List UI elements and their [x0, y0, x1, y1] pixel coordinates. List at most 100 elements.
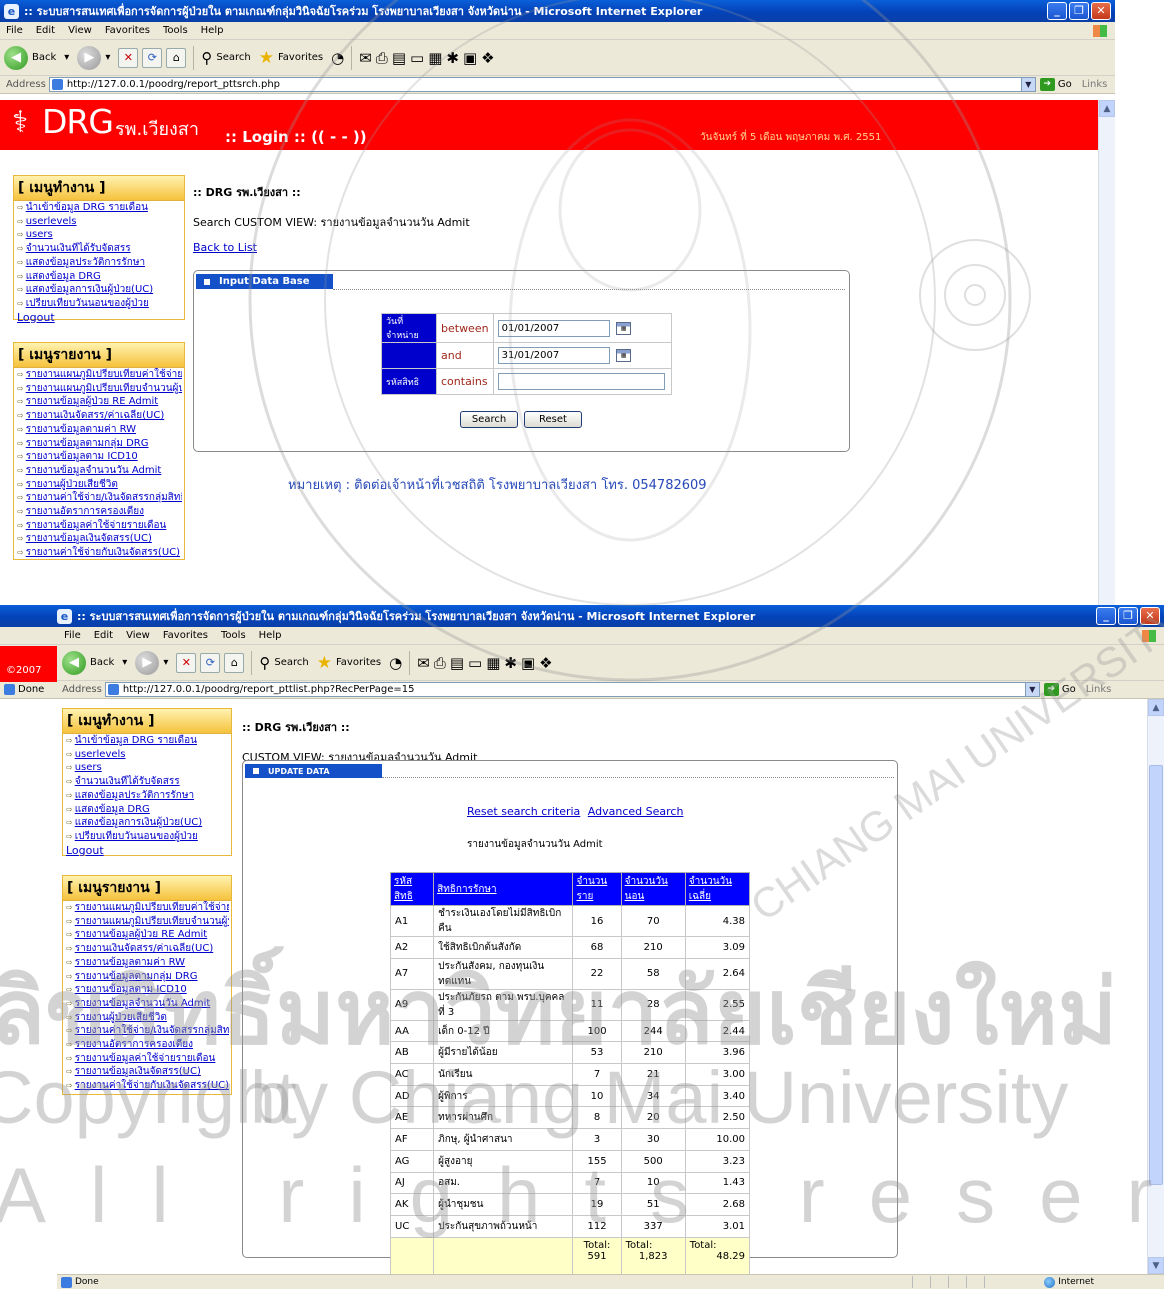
sidebar-menu-link[interactable]: รายงานข้อมูลผู้ป่วย RE Admit — [26, 396, 159, 407]
sidebar-menu-item[interactable]: ⇨ รายงานข้อมูลค่าใช้จ่ายรายเดือน — [17, 519, 182, 533]
sidebar-menu-item[interactable]: ⇨ รายงานเงินจัดสรร/ค่าเฉลี่ย(UC) — [17, 409, 182, 423]
restore-button[interactable]: ❐ — [1118, 607, 1138, 625]
scroll-up-icon[interactable]: ▲ — [1148, 699, 1164, 716]
sidebar-menu-item[interactable]: ⇨ รายงานข้อมูลตามกลุ่ม DRG — [17, 437, 182, 451]
sidebar-menu-item[interactable]: ⇨ เปรียบเทียบวันนอนของผู้ป่วย — [66, 830, 229, 844]
forward-icon[interactable]: ▶ — [77, 45, 102, 70]
menu-tools[interactable]: Tools — [221, 630, 246, 641]
sidebar-menu-link[interactable]: รายงานข้อมูลตาม ICD10 — [75, 984, 187, 995]
sidebar-menu-item[interactable]: ⇨ จำนวนเงินที่ได้รับจัดสรร — [66, 775, 229, 789]
sidebar-menu-item[interactable]: ⇨ รายงานผู้ป่วยเสียชีวิต — [66, 1011, 229, 1025]
sidebar-menu-item[interactable]: ⇨ รายงานข้อมูลตามกลุ่ม DRG — [66, 970, 229, 984]
sidebar-menu-item[interactable]: ⇨ รายงานข้อมูลตาม ICD10 — [66, 983, 229, 997]
search-label[interactable]: Search — [274, 657, 308, 668]
sidebar-menu-link[interactable]: userlevels — [26, 216, 77, 227]
minimize-button[interactable]: _ — [1096, 607, 1116, 625]
sidebar-menu-link[interactable]: จำนวนเงินที่ได้รับจัดสรร — [75, 776, 180, 787]
sidebar-menu-link[interactable]: รายงานข้อมูลเงินจัดสรร(UC) — [26, 533, 152, 544]
research-icon[interactable]: ▦ — [428, 48, 442, 68]
sidebar-menu-link[interactable]: แสดงข้อมูลการเงินผู้ป่วย(UC) — [26, 284, 153, 295]
reset-search-criteria-link[interactable]: Reset search criteria — [467, 805, 580, 818]
scroll-up-icon[interactable]: ▲ — [1099, 100, 1115, 117]
menu-view[interactable]: View — [126, 630, 150, 641]
edit-icon[interactable]: ▤ — [450, 653, 464, 673]
sidebar-menu-link[interactable]: รายงานอัตราการครองเตียง — [26, 506, 144, 517]
sidebar-menu-item[interactable]: ⇨ รายงานแผนภูมิเปรียบเทียบจำนวนผู้ป่วย — [17, 382, 182, 396]
edit-icon[interactable]: ▤ — [392, 48, 406, 68]
sidebar-menu-link[interactable]: รายงานค่าใช้จ่ายกับเงินจัดสรร(UC) — [26, 547, 180, 558]
sidebar-menu-item[interactable]: ⇨ userlevels — [17, 215, 182, 229]
go-button[interactable]: ➔ Go — [1043, 683, 1076, 696]
sidebar-menu-link[interactable]: users — [26, 229, 53, 240]
sidebar-menu-link[interactable]: รายงานข้อมูลค่าใช้จ่ายรายเดือน — [75, 1053, 216, 1064]
calendar-icon[interactable]: ▦ — [616, 321, 632, 335]
sidebar-menu-item[interactable]: ⇨ users — [66, 761, 229, 775]
sidebar-menu-link[interactable]: รายงานเงินจัดสรร/ค่าเฉลี่ย(UC) — [75, 943, 214, 954]
logout-item[interactable]: Logout — [17, 311, 182, 325]
back-to-list-link[interactable]: Back to List — [193, 241, 257, 254]
refresh-icon[interactable]: ⟳ — [142, 47, 163, 68]
favorites-label[interactable]: Favorites — [278, 52, 323, 63]
sidebar-menu-link[interactable]: รายงานค่าใช้จ่าย/เงินจัดสรรกลุ่มสิทธิ — [75, 1025, 229, 1036]
print-icon[interactable]: ⎙ — [376, 48, 388, 68]
sort-avg-days-link[interactable]: จำนวนวันเฉลี่ย — [689, 876, 732, 902]
sidebar-menu-link[interactable]: รายงานแผนภูมิเปรียบเทียบจำนวนผู้ป่วย — [75, 916, 229, 927]
favorites-icon[interactable]: ★ — [259, 48, 274, 68]
address-input[interactable]: http://127.0.0.1/poodrg/report_pttsrch.p… — [48, 77, 1036, 92]
sidebar-menu-item[interactable]: ⇨ รายงานอัตราการครองเตียง — [17, 505, 182, 519]
sort-treatment-right-link[interactable]: สิทธิการรักษา — [437, 884, 496, 895]
back-dropdown-icon[interactable]: ▾ — [122, 657, 127, 668]
logout-link[interactable]: Logout — [66, 844, 104, 857]
sidebar-menu-item[interactable]: ⇨ รายงานข้อมูลเงินจัดสรร(UC) — [66, 1065, 229, 1079]
links-label[interactable]: Links — [1086, 684, 1112, 695]
stop-icon[interactable]: ✕ — [118, 47, 139, 68]
sidebar-menu-item[interactable]: ⇨ รายงานข้อมูลจำนวนวัน Admit — [66, 997, 229, 1011]
sidebar-menu-item[interactable]: ⇨ รายงานค่าใช้จ่าย/เงินจัดสรรกลุ่มสิทธิ — [66, 1024, 229, 1038]
sidebar-menu-link[interactable]: รายงานข้อมูลเงินจัดสรร(UC) — [75, 1066, 201, 1077]
people-icon[interactable]: ❖ — [539, 653, 552, 673]
sort-right-code-link[interactable]: รหัสสิทธิ — [394, 876, 413, 902]
print-icon[interactable]: ⎙ — [434, 653, 446, 673]
research-icon[interactable]: ▦ — [486, 653, 500, 673]
sidebar-menu-link[interactable]: รายงานค่าใช้จ่าย/เงินจัดสรรกลุ่มสิทธิ — [26, 492, 182, 503]
column-header-avg-days[interactable]: จำนวนวันเฉลี่ย — [684, 872, 751, 906]
sidebar-menu-link[interactable]: รายงานแผนภูมิเปรียบเทียบจำนวนผู้ป่วย — [26, 383, 182, 394]
close-button[interactable]: ✕ — [1091, 2, 1111, 20]
back-icon[interactable]: ◀ — [62, 650, 86, 675]
sidebar-menu-link[interactable]: แสดงข้อมูล DRG — [26, 271, 101, 282]
sidebar-menu-link[interactable]: รายงานข้อมูลตามกลุ่ม DRG — [75, 971, 198, 982]
back-icon[interactable]: ◀ — [4, 45, 28, 70]
sort-bed-days-link[interactable]: จำนวนวันนอน — [625, 876, 668, 902]
address-dropdown-icon[interactable]: ▼ — [1024, 683, 1039, 696]
sidebar-menu-link[interactable]: รายงานแผนภูมิเปรียบเทียบค่าใช้จ่าย — [75, 902, 229, 913]
mail-icon[interactable]: ✉ — [359, 48, 372, 68]
menu-edit[interactable]: Edit — [94, 630, 113, 641]
back-label[interactable]: Back — [32, 52, 56, 63]
menu-file[interactable]: File — [64, 630, 81, 641]
bluetooth-icon[interactable]: ✱ — [446, 48, 459, 68]
search-icon[interactable]: ⚲ — [201, 48, 212, 68]
menu-favorites[interactable]: Favorites — [163, 630, 208, 641]
sidebar-menu-item[interactable]: ⇨ รายงานข้อมูลตามค่า RW — [66, 956, 229, 970]
sidebar-menu-item[interactable]: ⇨ แสดงข้อมูลการเงินผู้ป่วย(UC) — [66, 816, 229, 830]
back-dropdown-icon[interactable]: ▾ — [64, 52, 69, 63]
address-input[interactable]: http://127.0.0.1/poodrg/report_pttlist.p… — [104, 682, 1040, 697]
sidebar-menu-item[interactable]: ⇨ รายงานข้อมูลตามค่า RW — [17, 423, 182, 437]
sidebar-menu-item[interactable]: ⇨ รายงานแผนภูมิเปรียบเทียบค่าใช้จ่าย — [17, 368, 182, 382]
sidebar-menu-link[interactable]: รายงานข้อมูลตามค่า RW — [26, 424, 136, 435]
advanced-search-link[interactable]: Advanced Search — [588, 805, 684, 818]
forward-dropdown-icon[interactable]: ▾ — [163, 657, 168, 668]
sidebar-menu-link[interactable]: รายงานข้อมูลตามค่า RW — [75, 957, 185, 968]
sidebar-menu-link[interactable]: userlevels — [75, 749, 126, 760]
menu-edit[interactable]: Edit — [36, 25, 55, 36]
home-icon[interactable]: ⌂ — [166, 47, 187, 68]
sidebar-menu-link[interactable]: แสดงข้อมูลประวัติการรักษา — [75, 790, 194, 801]
column-header-right-code[interactable]: รหัสสิทธิ — [389, 872, 435, 906]
menu-view[interactable]: View — [68, 25, 92, 36]
sidebar-menu-item[interactable]: ⇨ รายงานค่าใช้จ่ายกับเงินจัดสรร(UC) — [17, 546, 182, 560]
sidebar-menu-item[interactable]: ⇨ แสดงข้อมูล DRG — [17, 270, 182, 284]
sidebar-menu-item[interactable]: ⇨ แสดงข้อมูล DRG — [66, 803, 229, 817]
sidebar-menu-link[interactable]: รายงานเงินจัดสรร/ค่าเฉลี่ย(UC) — [26, 410, 165, 421]
sidebar-menu-link[interactable]: แสดงข้อมูลการเงินผู้ป่วย(UC) — [75, 817, 202, 828]
refresh-icon[interactable]: ⟳ — [200, 652, 221, 673]
